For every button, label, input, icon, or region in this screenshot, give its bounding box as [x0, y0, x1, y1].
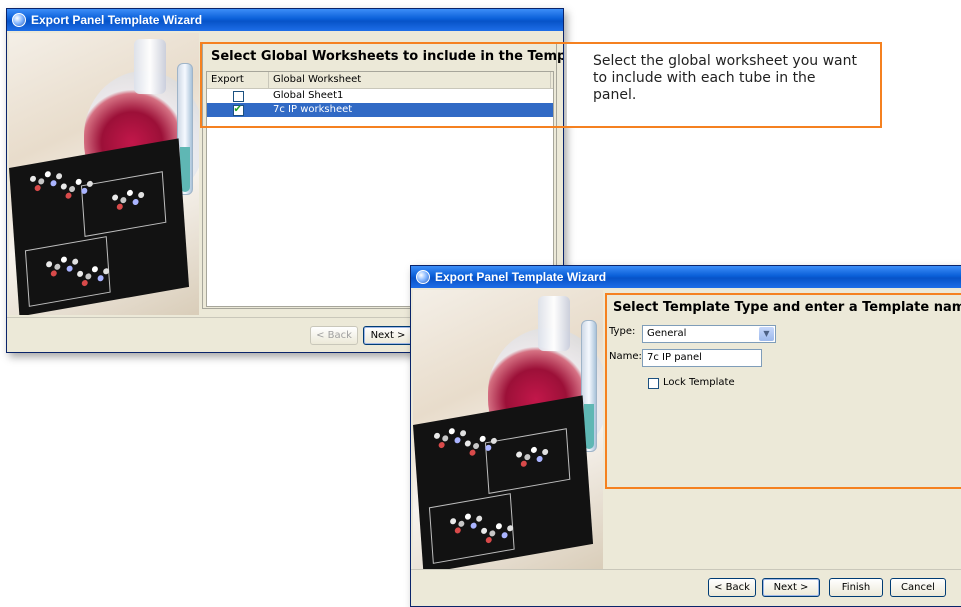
gate-region [80, 171, 167, 237]
gate-region [24, 236, 111, 307]
back-button[interactable]: < Back [708, 578, 756, 597]
gate-region [428, 493, 515, 564]
flask-neck-graphic [538, 296, 570, 351]
molecule-graphic [433, 432, 441, 440]
next-button[interactable]: Next > [363, 326, 413, 345]
next-button[interactable]: Next > [762, 578, 820, 597]
molecule-graphic [60, 182, 68, 190]
dot-plot-graphic [9, 138, 190, 315]
app-icon [12, 13, 26, 27]
window-2-title: Export Panel Template Wizard [435, 270, 607, 284]
callout-text: Select the global worksheet you want to … [593, 53, 857, 103]
back-button[interactable]: < Back [310, 326, 358, 345]
molecule-graphic [464, 439, 472, 447]
wizard-artwork [9, 33, 199, 315]
gate-region [484, 428, 571, 494]
window-1-title: Export Panel Template Wizard [31, 13, 203, 27]
window-2-titlebar[interactable]: Export Panel Template Wizard [411, 266, 961, 288]
flask-neck-graphic [134, 39, 166, 94]
dot-plot-graphic [413, 395, 594, 570]
molecule-graphic [29, 175, 37, 183]
window-1-titlebar[interactable]: Export Panel Template Wizard [7, 9, 563, 31]
callout-highlight-template-form [605, 293, 961, 489]
app-icon [416, 270, 430, 284]
cancel-button[interactable]: Cancel [890, 578, 946, 597]
finish-button[interactable]: Finish [829, 578, 883, 597]
wizard-artwork [413, 290, 603, 570]
window-2-button-bar: < Back Next > Finish Cancel [411, 569, 961, 606]
